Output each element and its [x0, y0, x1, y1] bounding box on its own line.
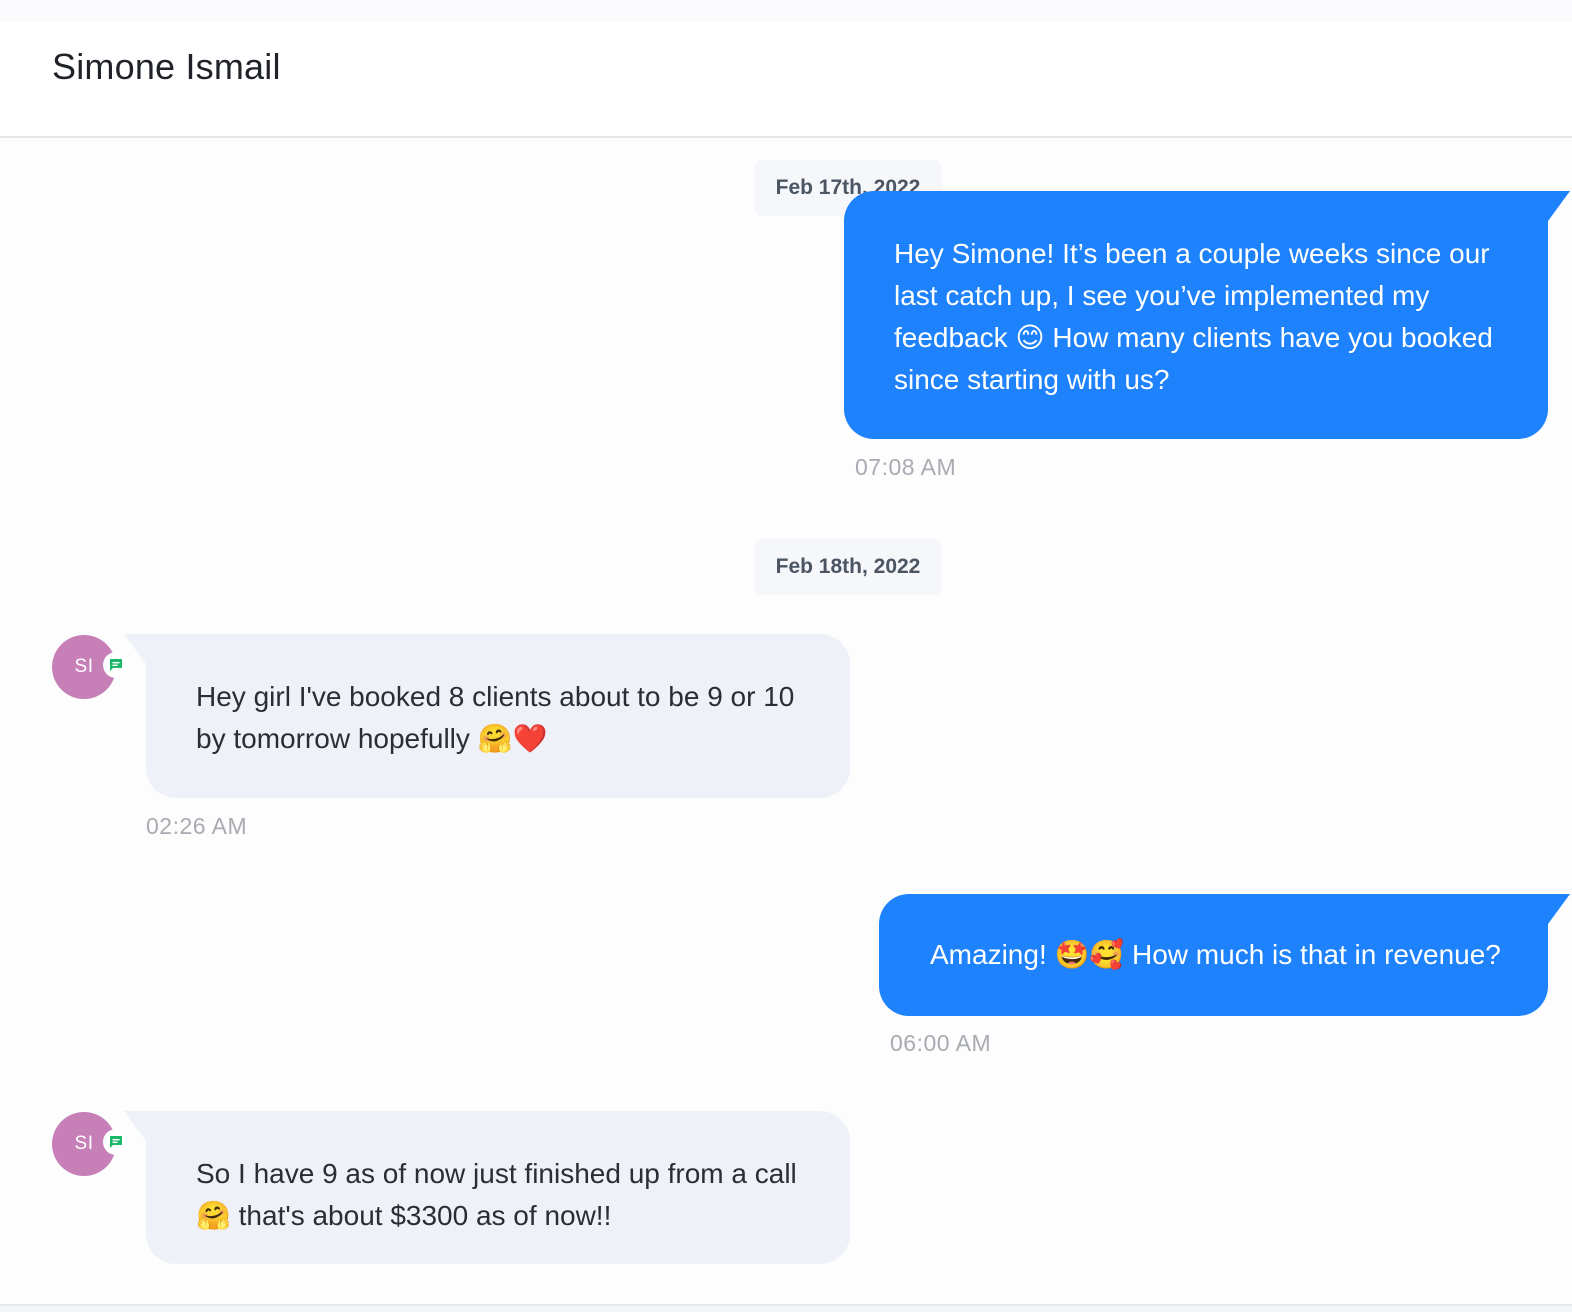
composer-edge: [0, 1304, 1572, 1312]
incoming-bubble-tail: [124, 634, 146, 664]
incoming-message[interactable]: So I have 9 as of now just finished up f…: [146, 1111, 850, 1264]
message-timestamp: 06:00 AM: [890, 1030, 992, 1056]
outgoing-bubble-tail: [1548, 191, 1570, 221]
conversation-header: Simone Ismail: [0, 22, 1572, 138]
message-thread[interactable]: Feb 17th, 2022 Hey Simone! It’s been a c…: [0, 138, 1572, 1312]
message-text: Hey girl I've booked 8 clients about to …: [196, 681, 795, 754]
message-text: So I have 9 as of now just finished up f…: [196, 1158, 797, 1231]
date-separator: Feb 18th, 2022: [754, 539, 942, 595]
incoming-bubble-tail: [124, 1111, 146, 1141]
incoming-message[interactable]: Hey girl I've booked 8 clients about to …: [146, 634, 850, 798]
message-text: Amazing! 🤩🥰 How much is that in revenue?: [930, 939, 1501, 970]
outgoing-bubble-tail: [1548, 894, 1570, 924]
contact-name: Simone Ismail: [52, 46, 281, 87]
message-timestamp: 07:08 AM: [855, 454, 957, 480]
message-timestamp: 02:26 AM: [146, 813, 248, 839]
window-top-strip: [0, 0, 1572, 22]
sms-chat-icon: [110, 1136, 122, 1148]
message-text: Hey Simone! It’s been a couple weeks sin…: [894, 238, 1493, 395]
sms-chat-icon: [110, 659, 122, 671]
outgoing-message[interactable]: Amazing! 🤩🥰 How much is that in revenue?: [879, 894, 1548, 1016]
outgoing-message[interactable]: Hey Simone! It’s been a couple weeks sin…: [844, 191, 1548, 439]
